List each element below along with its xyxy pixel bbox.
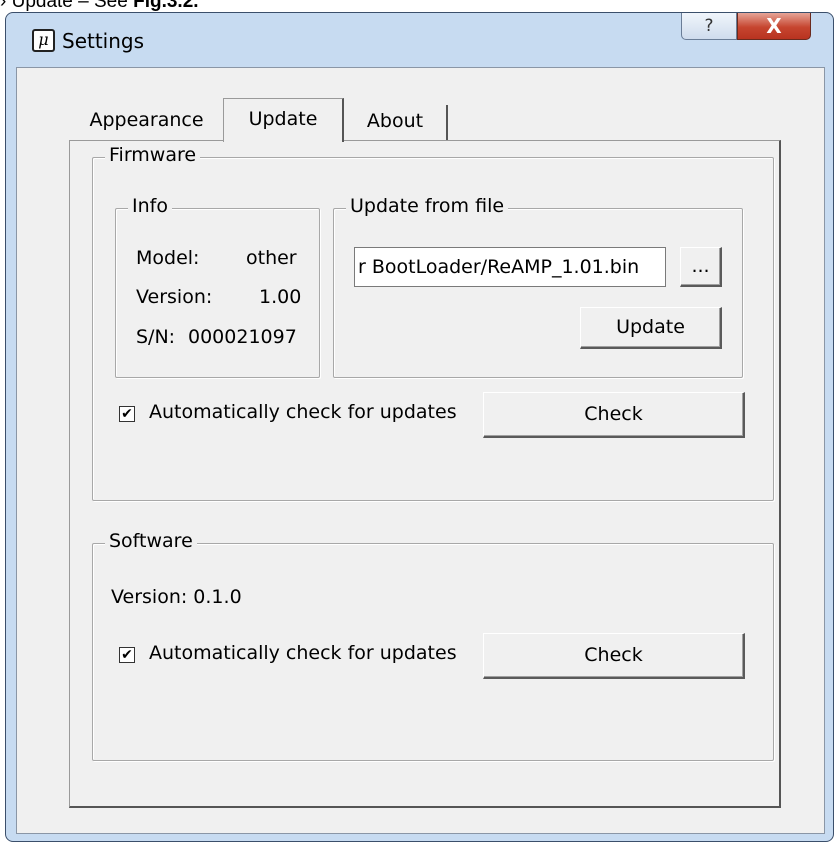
firmware-auto-check-label: Automatically check for updates (149, 401, 457, 423)
software-group-label: Software (105, 530, 197, 552)
info-group-label: Info (128, 195, 172, 217)
firmware-group-label: Firmware (105, 144, 201, 166)
firmware-group: Firmware Info Model: other Version: 1.00… (92, 144, 774, 501)
tab-appearance[interactable]: Appearance (69, 105, 224, 141)
software-auto-check-label: Automatically check for updates (149, 642, 457, 664)
client-area: Appearance Update About Firmware Info Mo… (16, 67, 825, 834)
tab-page-update: Firmware Info Model: other Version: 1.00… (69, 140, 781, 808)
sn-label: S/N: (136, 326, 176, 348)
update-from-file-label: Update from file (346, 195, 509, 217)
browse-button[interactable]: ... (680, 247, 722, 287)
title-bar[interactable]: μ Settings ? X (6, 13, 833, 65)
close-button[interactable]: X (737, 13, 811, 40)
caption-figure-ref: Fig.3.2. (133, 0, 199, 12)
tab-update[interactable]: Update (223, 98, 344, 142)
firmware-check-button[interactable]: Check (483, 392, 745, 438)
sn-value: 000021097 (188, 326, 297, 348)
software-auto-check-checkbox[interactable]: ✔ (119, 647, 135, 663)
software-group: Software Version: 0.1.0 ✔ Automatically … (92, 530, 774, 761)
version-value: 1.00 (259, 286, 302, 308)
firmware-auto-check-checkbox[interactable]: ✔ (119, 406, 135, 422)
check-mark-icon: ✔ (121, 647, 133, 663)
model-label: Model: (136, 247, 200, 269)
help-button[interactable]: ? (681, 13, 737, 40)
update-button[interactable]: Update (580, 307, 722, 349)
settings-window: μ Settings ? X Appearance Update About F… (5, 12, 834, 842)
info-group: Info Model: other Version: 1.00 S/N: 000… (115, 195, 320, 378)
firmware-file-input[interactable]: r BootLoader/ReAMP_1.01.bin (354, 247, 666, 287)
window-title: Settings (62, 29, 145, 53)
model-value: other (246, 247, 297, 269)
update-from-file-group: Update from file r BootLoader/ReAMP_1.01… (333, 195, 743, 378)
version-label: Version: (136, 286, 213, 308)
software-version-text: Version: 0.1.0 (111, 586, 242, 608)
software-check-button[interactable]: Check (483, 633, 745, 679)
app-icon: μ (32, 29, 55, 52)
check-mark-icon: ✔ (121, 406, 133, 422)
tab-about[interactable]: About (344, 105, 448, 141)
caption-prefix: › Update – See (0, 0, 134, 12)
